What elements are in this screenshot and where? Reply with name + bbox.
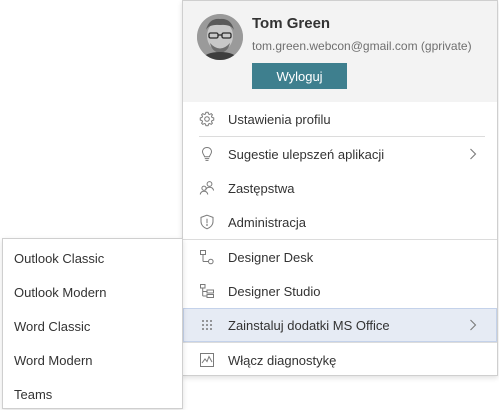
submenu-item-teams[interactable]: Teams [3,375,182,409]
submenu-item-outlook-classic[interactable]: Outlook Classic [3,239,182,273]
studio-icon [199,283,215,299]
submenu-item-label: Outlook Modern [14,285,107,300]
user-menu: Tom Green tom.green.webcon@gmail.com (gp… [182,0,498,376]
submenu-item-word-classic[interactable]: Word Classic [3,307,182,341]
menu-item-label: Designer Studio [228,284,321,299]
chevron-right-icon [469,148,477,160]
user-name: Tom Green [252,15,331,32]
grid-dots-icon [199,317,215,333]
menu-item-enable-diagnostics[interactable]: Włącz diagnostykę [183,343,497,377]
chart-icon [199,352,215,368]
gear-icon [199,111,215,127]
menu-item-install-office-addins[interactable]: Zainstaluj dodatki MS Office [183,308,497,342]
lightbulb-icon [199,146,215,162]
logout-button[interactable]: Wyloguj [252,63,347,89]
menu-item-label: Administracja [228,215,307,230]
user-email: tom.green.webcon@gmail.com (gprivate) [252,39,472,53]
menu-item-label: Ustawienia profilu [228,112,331,127]
submenu-item-word-modern[interactable]: Word Modern [3,341,182,375]
menu-item-label: Zastępstwa [228,181,295,196]
menu-item-label: Sugestie ulepszeń aplikacji [228,147,385,162]
menu-item-substitutions[interactable]: Zastępstwa [183,171,497,205]
avatar [197,14,243,60]
shield-icon [199,214,215,230]
menu-item-administration[interactable]: Administracja [183,205,497,239]
submenu-item-label: Outlook Classic [14,251,105,266]
chevron-right-icon [469,319,477,331]
users-icon [199,180,215,196]
menu-item-label: Włącz diagnostykę [228,353,337,368]
menu-item-label: Zainstaluj dodatki MS Office [228,318,390,333]
submenu-item-label: Word Classic [14,319,91,334]
menu-item-label: Designer Desk [228,250,314,265]
menu-item-designer-desk[interactable]: Designer Desk [183,240,497,274]
profile-header: Tom Green tom.green.webcon@gmail.com (gp… [183,1,497,102]
menu-list: Ustawienia profilu Sugestie ulepszeń apl… [183,102,497,377]
menu-item-suggestions[interactable]: Sugestie ulepszeń aplikacji [183,137,497,171]
submenu-item-outlook-modern[interactable]: Outlook Modern [3,273,182,307]
flow-icon [199,249,215,265]
office-addins-submenu: Outlook Classic Outlook Modern Word Clas… [2,238,183,409]
submenu-item-label: Word Modern [14,353,93,368]
submenu-item-label: Teams [14,387,53,402]
menu-item-designer-studio[interactable]: Designer Studio [183,274,497,308]
menu-item-profile-settings[interactable]: Ustawienia profilu [183,102,497,136]
